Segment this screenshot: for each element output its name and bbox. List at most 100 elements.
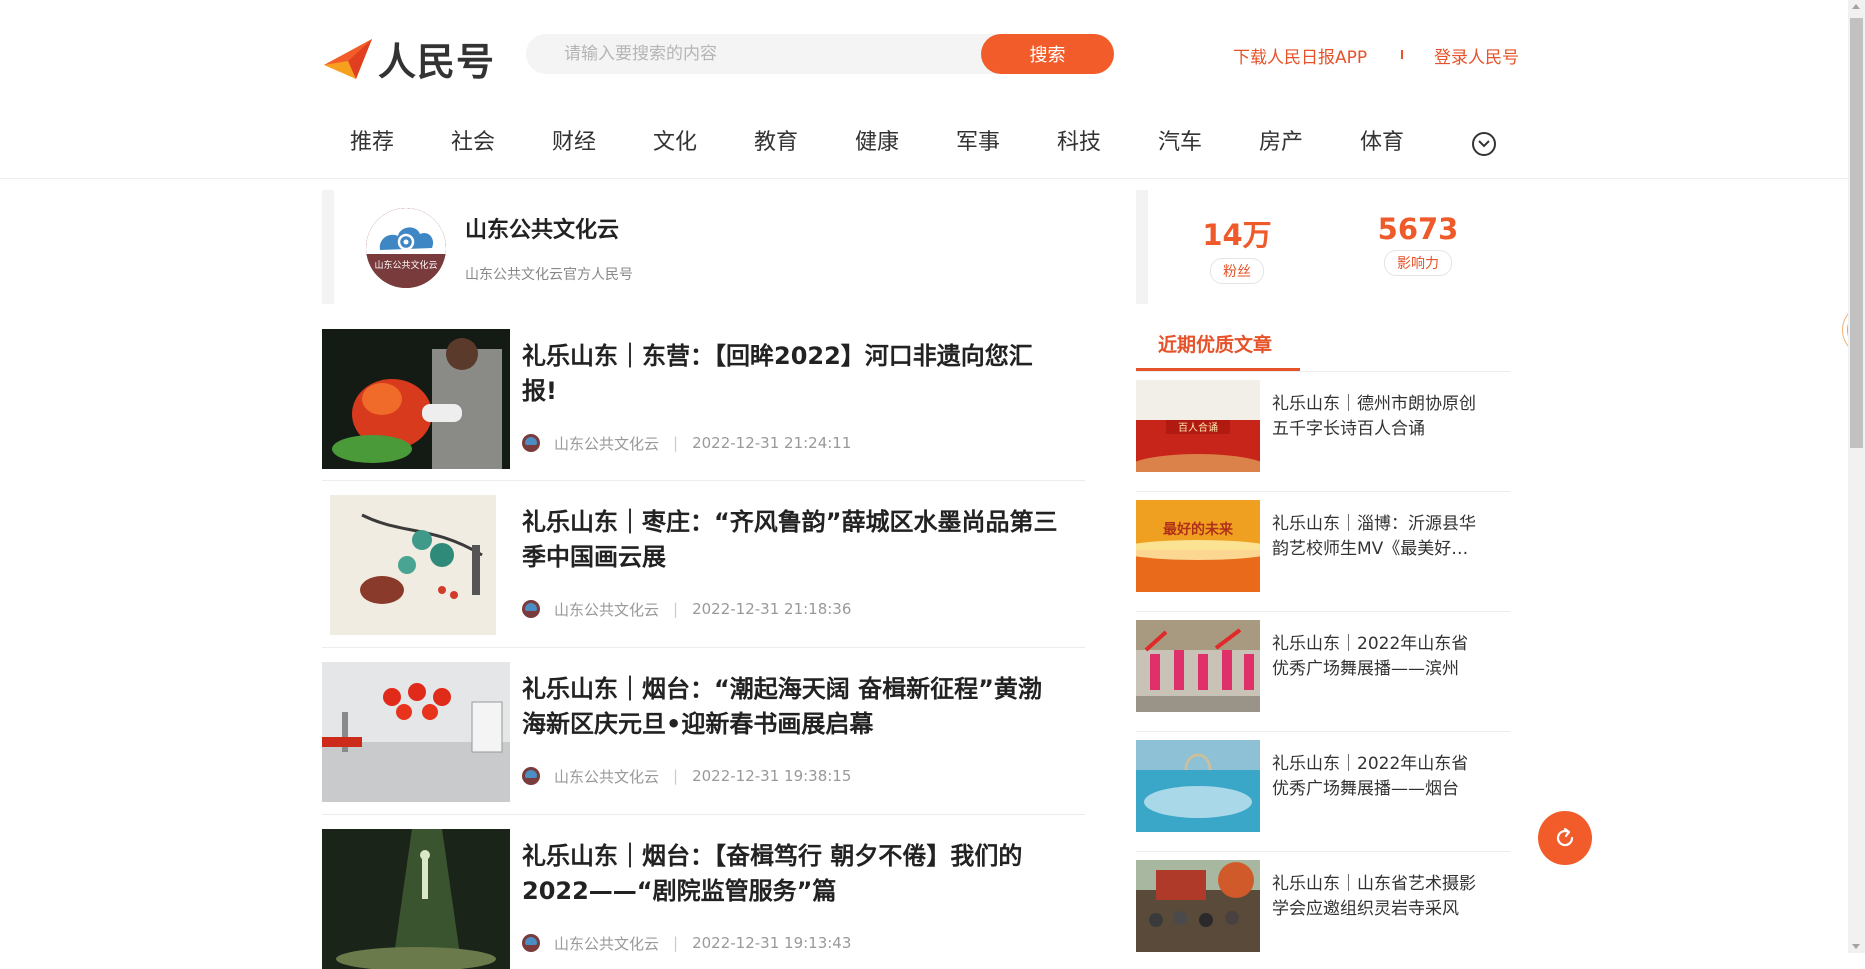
article-image xyxy=(322,662,510,802)
recommended-image: 百人合诵 xyxy=(1136,380,1260,472)
article-author[interactable]: 山东公共文化云 xyxy=(554,599,659,620)
refresh-button[interactable] xyxy=(1538,811,1592,865)
stat-value: 14万 xyxy=(1202,218,1272,252)
link-divider xyxy=(1401,50,1403,59)
article-title[interactable]: 礼乐山东｜烟台：【奋楫笃行 朝夕不倦】我们的2022——“剧院监管服务”篇 xyxy=(522,839,1062,909)
recommended-item-title[interactable]: 礼乐山东｜淄博：沂源县华韵艺校师生MV《最美好的未来》 xyxy=(1272,512,1482,562)
avatar-label: 山东公共文化云 xyxy=(374,261,438,271)
nav-item-tech[interactable]: 科技 xyxy=(1057,124,1101,156)
page-scrollbar[interactable] xyxy=(1848,0,1865,953)
author-avatar-icon xyxy=(522,434,540,452)
article-author[interactable]: 山东公共文化云 xyxy=(554,766,659,787)
login-link[interactable]: 登录人民号 xyxy=(1434,43,1519,68)
stat-value: 5673 xyxy=(1377,212,1459,246)
article-author[interactable]: 山东公共文化云 xyxy=(554,433,659,454)
category-nav: 推荐 社会 财经 文化 教育 健康 军事 科技 汽车 房产 体育 xyxy=(322,124,1502,168)
article-item[interactable]: 礼乐山东｜枣庄：“齐风鲁韵”薛城区水墨尚品第三季中国画云展 山东公共文化云 | … xyxy=(322,495,1085,648)
recommended-underline xyxy=(1136,368,1300,371)
article-item[interactable]: 礼乐山东｜烟台：【奋楫笃行 朝夕不倦】我们的2022——“剧院监管服务”篇 山东… xyxy=(322,829,1085,969)
article-time: 2022-12-31 21:18:36 xyxy=(692,600,852,618)
article-time: 2022-12-31 19:13:43 xyxy=(692,934,852,952)
refresh-icon xyxy=(1556,827,1574,847)
recommended-item[interactable]: 礼乐山东｜2022年山东省优秀广场舞展播——滨州 xyxy=(1136,612,1510,732)
article-title[interactable]: 礼乐山东｜烟台：“潮起海天阔 奋楫新征程”黄渤海新区庆元旦•迎新春书画展启幕 xyxy=(522,672,1062,742)
article-meta: 山东公共文化云 | 2022-12-31 21:24:11 xyxy=(522,433,851,453)
scroll-thumb[interactable] xyxy=(1850,18,1863,448)
article-meta: 山东公共文化云 | 2022-12-31 19:13:43 xyxy=(522,933,851,953)
article-thumbnail[interactable] xyxy=(322,662,510,802)
recommended-thumbnail[interactable]: 最好的未来 xyxy=(1136,500,1260,592)
article-author[interactable]: 山东公共文化云 xyxy=(554,933,659,954)
profile-description: 山东公共文化云官方人民号 xyxy=(465,267,633,283)
article-thumbnail[interactable] xyxy=(322,495,510,635)
recommended-item[interactable]: 百人合诵 礼乐山东｜德州市朗协原创五千字长诗百人合诵 xyxy=(1136,372,1510,492)
nav-item-culture[interactable]: 文化 xyxy=(653,124,697,156)
nav-divider xyxy=(0,178,1848,179)
recommended-image xyxy=(1136,860,1260,952)
profile-accent-bar xyxy=(322,190,334,304)
recommended-header: 近期优质文章 xyxy=(1136,322,1510,372)
stats-accent-bar xyxy=(1136,190,1148,304)
search-bar: 搜索 xyxy=(526,34,1114,74)
logo-text: 人民号 xyxy=(378,39,496,84)
recommended-thumbnail[interactable] xyxy=(1136,740,1260,832)
article-image xyxy=(322,495,510,635)
recommended-item-title[interactable]: 礼乐山东｜2022年山东省优秀广场舞展播——烟台 xyxy=(1272,752,1482,802)
nav-item-education[interactable]: 教育 xyxy=(754,124,798,156)
article-item[interactable]: 礼乐山东｜烟台：“潮起海天阔 奋楫新征程”黄渤海新区庆元旦•迎新春书画展启幕 山… xyxy=(322,662,1085,815)
recommended-item[interactable]: 礼乐山东｜2022年山东省优秀广场舞展播——烟台 xyxy=(1136,732,1510,852)
nav-item-health[interactable]: 健康 xyxy=(855,124,899,156)
author-avatar-icon xyxy=(522,767,540,785)
article-title[interactable]: 礼乐山东｜枣庄：“齐风鲁韵”薛城区水墨尚品第三季中国画云展 xyxy=(522,505,1062,575)
nav-item-finance[interactable]: 财经 xyxy=(552,124,596,156)
recommended-item-title[interactable]: 礼乐山东｜山东省艺术摄影学会应邀组织灵岩寺采风 xyxy=(1272,872,1482,922)
download-app-link[interactable]: 下载人民日报APP xyxy=(1233,43,1367,68)
author-avatar-icon xyxy=(522,600,540,618)
stat-fans: 14万 粉丝 xyxy=(1177,212,1297,284)
recommended-title[interactable]: 近期优质文章 xyxy=(1158,330,1272,357)
profile-name: 山东公共文化云 xyxy=(465,218,620,243)
meta-separator: | xyxy=(673,767,679,785)
avatar[interactable]: 山东公共文化云 xyxy=(366,208,446,288)
search-button[interactable]: 搜索 xyxy=(981,34,1114,74)
nav-item-auto[interactable]: 汽车 xyxy=(1158,124,1202,156)
stat-influence: 5673 影响力 xyxy=(1358,212,1478,276)
nav-item-sports[interactable]: 体育 xyxy=(1360,124,1404,156)
nav-item-military[interactable]: 军事 xyxy=(956,124,1000,156)
recommended-item[interactable]: 礼乐山东｜山东省艺术摄影学会应邀组织灵岩寺采风 xyxy=(1136,852,1510,953)
chevron-down-circle-icon[interactable] xyxy=(1472,132,1496,156)
recommended-thumbnail[interactable] xyxy=(1136,860,1260,952)
author-avatar-icon xyxy=(522,934,540,952)
scroll-down-icon[interactable] xyxy=(1852,944,1860,949)
thumb-caption: 百人合诵 xyxy=(1178,421,1218,434)
site-logo[interactable]: 人民号 xyxy=(322,34,504,84)
stat-label: 影响力 xyxy=(1384,250,1452,276)
nav-item-society[interactable]: 社会 xyxy=(451,124,495,156)
meta-separator: | xyxy=(673,434,679,452)
article-meta: 山东公共文化云 | 2022-12-31 21:18:36 xyxy=(522,599,851,619)
article-thumbnail[interactable] xyxy=(322,829,510,969)
article-image xyxy=(322,829,510,969)
scroll-up-icon[interactable] xyxy=(1852,4,1860,9)
recommended-thumbnail[interactable] xyxy=(1136,620,1260,712)
meta-separator: | xyxy=(673,934,679,952)
stat-label: 粉丝 xyxy=(1210,258,1264,284)
meta-separator: | xyxy=(673,600,679,618)
recommended-image xyxy=(1136,620,1260,712)
recommended-image: 最好的未来 xyxy=(1136,500,1260,592)
article-thumbnail[interactable] xyxy=(322,329,510,469)
nav-item-property[interactable]: 房产 xyxy=(1259,124,1303,156)
search-input[interactable] xyxy=(526,34,986,74)
article-item[interactable]: 礼乐山东｜东营：【回眸2022】河口非遗向您汇报! 山东公共文化云 | 2022… xyxy=(322,329,1085,481)
recommended-item-title[interactable]: 礼乐山东｜德州市朗协原创五千字长诗百人合诵 xyxy=(1272,392,1482,442)
profile-card: 山东公共文化云 山东公共文化云 山东公共文化云官方人民号 xyxy=(322,190,1085,304)
recommended-item-title[interactable]: 礼乐山东｜2022年山东省优秀广场舞展播——滨州 xyxy=(1272,632,1482,682)
recommended-image xyxy=(1136,740,1260,832)
cloud-logo-icon xyxy=(366,208,446,288)
recommended-thumbnail[interactable]: 百人合诵 xyxy=(1136,380,1260,472)
stats-card: 14万 粉丝 5673 影响力 xyxy=(1136,190,1512,304)
nav-item-recommend[interactable]: 推荐 xyxy=(350,124,394,156)
article-title[interactable]: 礼乐山东｜东营：【回眸2022】河口非遗向您汇报! xyxy=(522,339,1062,409)
article-time: 2022-12-31 19:38:15 xyxy=(692,767,852,785)
recommended-item[interactable]: 最好的未来 礼乐山东｜淄博：沂源县华韵艺校师生MV《最美好的未来》 xyxy=(1136,492,1510,612)
